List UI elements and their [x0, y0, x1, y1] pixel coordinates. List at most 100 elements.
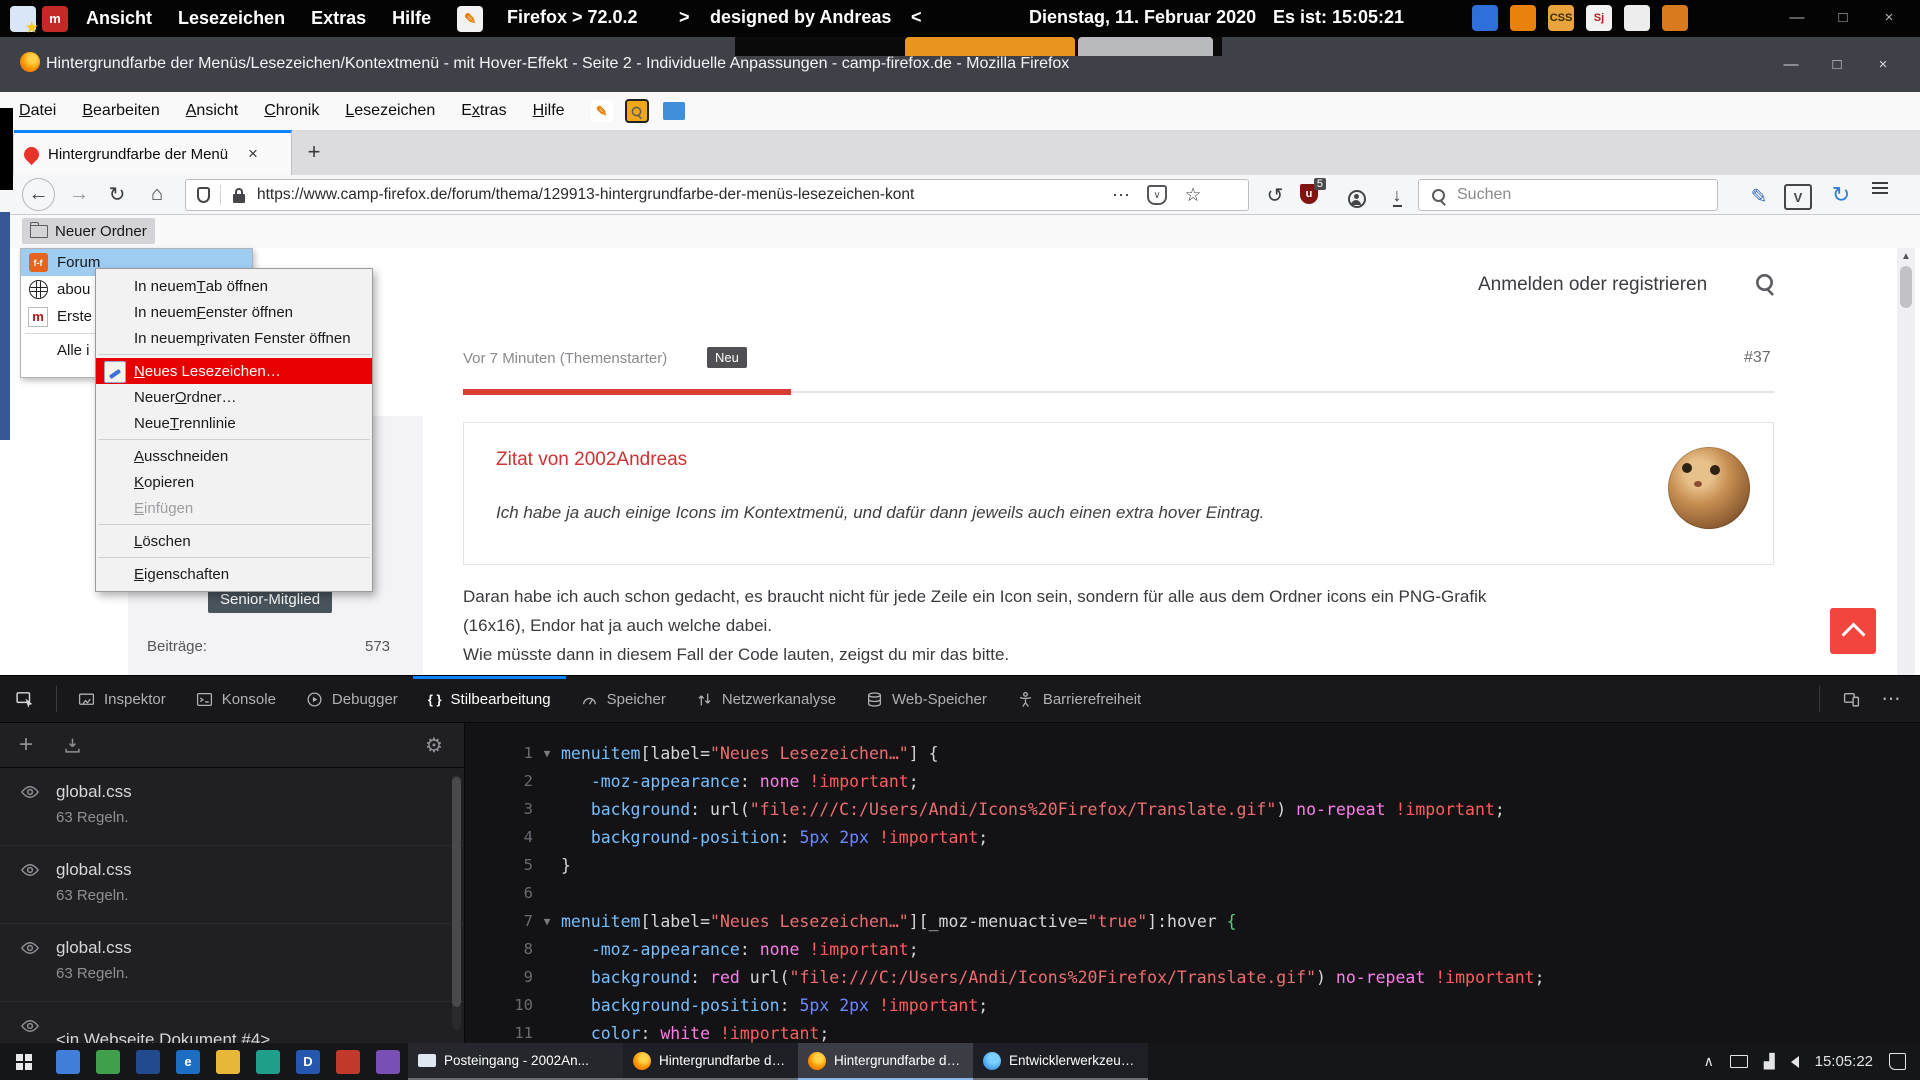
teal-app-icon[interactable] — [256, 1050, 280, 1074]
avatar[interactable] — [1668, 447, 1750, 529]
devtools-tab-netzwerkanalyse[interactable]: Netzwerkanalyse — [681, 676, 851, 722]
url-bar[interactable]: https://www.camp-firefox.de/forum/thema/… — [185, 179, 1249, 211]
toolbar-menu-item[interactable]: Ansicht — [86, 8, 152, 29]
pen-addon-icon[interactable]: ✎ — [1742, 180, 1776, 212]
bookmark-star-icon[interactable]: ☆ — [1175, 184, 1211, 207]
devtools-tab-konsole[interactable]: Konsole — [181, 676, 291, 722]
menubar-item-extras[interactable]: Extras — [461, 102, 506, 120]
scrollbar-thumb[interactable] — [1900, 266, 1912, 308]
gear-icon[interactable]: ⚙ — [404, 733, 464, 758]
globe-app-icon[interactable] — [136, 1050, 160, 1074]
context-item-einfügen[interactable]: Einfügen — [96, 495, 372, 521]
minimize-button[interactable]: — — [1768, 49, 1814, 79]
restore-button[interactable]: □ — [1820, 2, 1866, 32]
stylesheet-entry[interactable]: global.css63 Regeln. — [0, 768, 464, 846]
flame-icon[interactable] — [1662, 5, 1688, 31]
refresh-addon-icon[interactable] — [1510, 5, 1536, 31]
stylesheet-entry[interactable]: global.css63 Regeln. — [0, 846, 464, 924]
action-center-icon[interactable] — [1889, 1053, 1906, 1070]
m-app-icon[interactable]: m — [42, 6, 68, 32]
css-addon-icon[interactable]: CSS — [1548, 5, 1574, 31]
tracking-shield-icon[interactable] — [186, 187, 220, 203]
close-button[interactable]: × — [1860, 49, 1906, 79]
devtools-tab-inspektor[interactable]: Inspektor — [63, 676, 181, 722]
devtools-tab-stilbearbeitung[interactable]: { }Stilbearbeitung — [413, 676, 566, 722]
monitor-icon[interactable] — [1730, 1055, 1748, 1068]
scrollbar-up-arrow[interactable]: ▲ — [1901, 251, 1911, 262]
page-actions-icon[interactable]: ⋯ — [1103, 185, 1139, 206]
new-tab-button[interactable]: + — [300, 138, 328, 166]
tab-hintergrundfarbe[interactable]: Hintergrundfarbe der Menü × — [14, 130, 292, 175]
back-button[interactable]: ← — [22, 178, 55, 211]
page-scrollbar[interactable]: ▲ — [1897, 248, 1915, 675]
devtools-tab-web-speicher[interactable]: Web-Speicher — [851, 676, 1002, 722]
quote-title-link[interactable]: Zitat von 2002Andreas — [496, 449, 687, 471]
start-button[interactable] — [0, 1043, 48, 1080]
page-search-icon[interactable] — [1758, 276, 1771, 289]
toolbar-menu-item[interactable]: Hilfe — [392, 8, 431, 29]
window-icon[interactable] — [1472, 5, 1498, 31]
devtools-tab-speicher[interactable]: Speicher — [566, 676, 681, 722]
download-icon[interactable]: ↓ — [1380, 181, 1414, 213]
context-item-neue-trennlinie[interactable]: Neue Trennlinie — [96, 410, 372, 436]
network-icon[interactable]: ▟ — [1764, 1053, 1775, 1070]
scroll-to-top-button[interactable] — [1830, 608, 1876, 654]
context-item-in-neuem-fenster-öffnen[interactable]: In neuem Fenster öffnen — [96, 299, 372, 325]
context-item-neues-lesezeichen-[interactable]: Neues Lesezeichen… — [96, 358, 372, 384]
account-icon[interactable] — [1340, 183, 1374, 215]
sheet-list-scrollbar[interactable] — [452, 775, 461, 1030]
folder-icon[interactable] — [216, 1050, 240, 1074]
taskbar-window-hintergrundfarbe-der-[interactable]: Hintergrundfarbe der ... — [623, 1043, 798, 1080]
signin-link[interactable]: Anmelden oder registrieren — [1478, 274, 1707, 296]
eye-icon[interactable] — [20, 782, 40, 802]
reload-button[interactable]: ↻ — [100, 178, 134, 210]
speaker-icon[interactable] — [1791, 1056, 1799, 1068]
search-addon-icon[interactable] — [625, 99, 649, 123]
taskbar-mail-window[interactable]: Posteingang - 2002An... — [408, 1043, 623, 1080]
eye-icon[interactable] — [20, 938, 40, 958]
edge-icon[interactable]: e — [176, 1050, 200, 1074]
menubar-item-bearbeiten[interactable]: Bearbeiten — [82, 102, 159, 120]
url-text[interactable]: https://www.camp-firefox.de/forum/thema/… — [257, 186, 1103, 204]
menubar-item-datei[interactable]: Datei — [19, 102, 56, 120]
eye-icon[interactable] — [20, 860, 40, 880]
bookmark-folder-neuer-ordner[interactable]: Neuer Ordner — [22, 218, 155, 244]
violet-app-icon[interactable] — [376, 1050, 400, 1074]
menubar-item-ansicht[interactable]: Ansicht — [186, 102, 238, 120]
stylesheet-entry[interactable]: global.css63 Regeln. — [0, 924, 464, 1002]
devtools-tab-debugger[interactable]: Debugger — [291, 676, 413, 722]
toolbar-menu-item[interactable]: Lesezeichen — [178, 8, 285, 29]
swirl-addon-icon[interactable]: ↻ — [1824, 179, 1858, 211]
import-sheet-icon[interactable] — [52, 737, 92, 754]
context-item-neuer-ordner-[interactable]: Neuer Ordner… — [96, 384, 372, 410]
close-button[interactable]: × — [1866, 2, 1912, 32]
menubar-item-chronik[interactable]: Chronik — [264, 102, 319, 120]
folder-addon-icon[interactable] — [663, 102, 685, 120]
style-editor-code[interactable]: 1▼menuitem[label="Neues Lesezeichen…"] {… — [465, 723, 1920, 1044]
browser-icon[interactable] — [56, 1050, 80, 1074]
bookmark-window-icon[interactable]: ★ — [10, 6, 36, 32]
search-bar[interactable]: Suchen — [1418, 179, 1718, 211]
post-number-link[interactable]: #37 — [1744, 349, 1771, 367]
forward-button[interactable]: → — [62, 178, 96, 210]
context-item-kopieren[interactable]: Kopieren — [96, 469, 372, 495]
eye-icon[interactable] — [20, 1016, 40, 1036]
context-item-in-neuem-tab-öffnen[interactable]: In neuem Tab öffnen — [96, 273, 372, 299]
v-addon-icon[interactable]: V — [1784, 184, 1812, 210]
devtools-options-icon[interactable]: ⋯ — [1876, 688, 1906, 711]
maximize-button[interactable]: □ — [1814, 49, 1860, 79]
taskbar-clock[interactable]: 15:05:22 — [1815, 1053, 1873, 1070]
context-item-löschen[interactable]: Löschen — [96, 528, 372, 554]
taskbar-window-entwicklerwerkzeuge-[interactable]: Entwicklerwerkzeuge ... — [973, 1043, 1148, 1080]
toolbar-menu-item[interactable]: Extras — [311, 8, 366, 29]
pick-element-icon[interactable] — [0, 690, 50, 708]
menubar-item-lesezeichen[interactable]: Lesezeichen — [345, 102, 435, 120]
dino-app-icon[interactable] — [96, 1050, 120, 1074]
menubar-item-hilfe[interactable]: Hilfe — [533, 102, 565, 120]
history-icon[interactable]: ↺ — [1258, 179, 1292, 211]
tab-close-icon[interactable]: × — [248, 144, 258, 164]
taskbar-window-hintergrundfarbe-der-[interactable]: Hintergrundfarbe der ... — [798, 1043, 973, 1080]
notes-icon[interactable] — [1624, 5, 1650, 31]
context-item-ausschneiden[interactable]: Ausschneiden — [96, 443, 372, 469]
context-item-eigenschaften[interactable]: Eigenschaften — [96, 561, 372, 587]
